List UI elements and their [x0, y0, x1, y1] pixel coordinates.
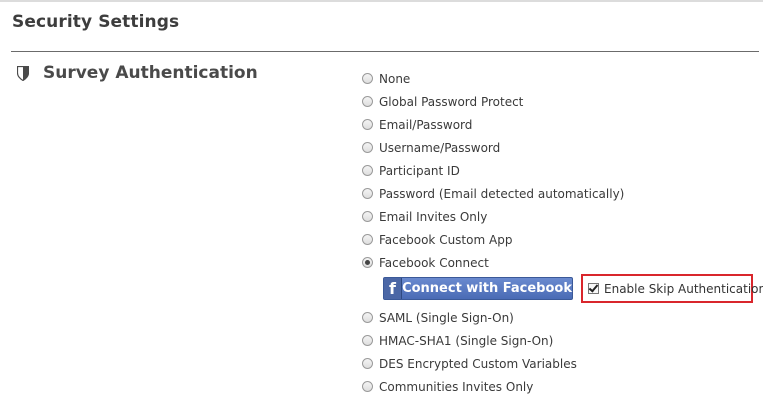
skip-authentication-checkbox[interactable]: [588, 283, 599, 294]
page-title: Security Settings: [12, 12, 180, 32]
radio-saml[interactable]: [362, 312, 373, 323]
section-title: Survey Authentication: [43, 63, 258, 83]
option-facebook-connect[interactable]: Facebook Connect: [362, 251, 762, 274]
option-participant-id[interactable]: Participant ID: [362, 159, 762, 182]
option-communities-invites-only[interactable]: Communities Invites Only: [362, 375, 762, 398]
option-label: HMAC-SHA1 (Single Sign-On): [379, 333, 554, 348]
option-label: Facebook Custom App: [379, 232, 513, 247]
option-email-password[interactable]: Email/Password: [362, 113, 762, 136]
shield-icon: [16, 65, 30, 81]
option-label: Communities Invites Only: [379, 379, 534, 394]
option-label: Email Invites Only: [379, 209, 488, 224]
skip-authentication-highlight: Enable Skip Authentication: [581, 274, 763, 303]
radio-participant-id[interactable]: [362, 165, 373, 176]
option-label: Username/Password: [379, 140, 501, 155]
option-password-email-detected[interactable]: Password (Email detected automatically): [362, 182, 762, 205]
option-facebook-custom-app[interactable]: Facebook Custom App: [362, 228, 762, 251]
option-hmac-sha1[interactable]: HMAC-SHA1 (Single Sign-On): [362, 329, 762, 352]
facebook-logo-icon: f: [384, 278, 403, 299]
facebook-connect-row: f Connect with Facebook Enable Skip Auth…: [362, 274, 763, 306]
section-header: Survey Authentication: [16, 62, 258, 84]
option-des-encrypted-custom-variables[interactable]: DES Encrypted Custom Variables: [362, 352, 762, 375]
option-email-invites-only[interactable]: Email Invites Only: [362, 205, 762, 228]
radio-email-invites-only[interactable]: [362, 211, 373, 222]
option-label: None: [379, 71, 411, 86]
title-divider: [11, 51, 759, 52]
radio-global-password-protect[interactable]: [362, 96, 373, 107]
top-divider: [0, 0, 763, 2]
radio-communities-invites-only[interactable]: [362, 381, 373, 392]
radio-none[interactable]: [362, 73, 373, 84]
option-none[interactable]: None: [362, 67, 762, 90]
option-label: SAML (Single Sign-On): [379, 310, 514, 325]
radio-username-password[interactable]: [362, 142, 373, 153]
option-label: Participant ID: [379, 163, 460, 178]
facebook-button-label: Connect with Facebook: [402, 281, 572, 296]
connect-with-facebook-button[interactable]: f Connect with Facebook: [383, 277, 573, 300]
option-global-password-protect[interactable]: Global Password Protect: [362, 90, 762, 113]
skip-authentication-label[interactable]: Enable Skip Authentication: [604, 282, 763, 296]
option-label: Facebook Connect: [379, 255, 489, 270]
option-label: DES Encrypted Custom Variables: [379, 356, 577, 371]
radio-facebook-custom-app[interactable]: [362, 234, 373, 245]
option-saml[interactable]: SAML (Single Sign-On): [362, 306, 762, 329]
option-label: Global Password Protect: [379, 94, 524, 109]
option-label: Password (Email detected automatically): [379, 186, 625, 201]
radio-hmac-sha1[interactable]: [362, 335, 373, 346]
radio-password-email-detected[interactable]: [362, 188, 373, 199]
auth-options-group: None Global Password Protect Email/Passw…: [362, 67, 763, 398]
option-username-password[interactable]: Username/Password: [362, 136, 762, 159]
radio-des-encrypted-custom-variables[interactable]: [362, 358, 373, 369]
option-label: Email/Password: [379, 117, 473, 132]
radio-facebook-connect[interactable]: [362, 257, 373, 268]
radio-email-password[interactable]: [362, 119, 373, 130]
